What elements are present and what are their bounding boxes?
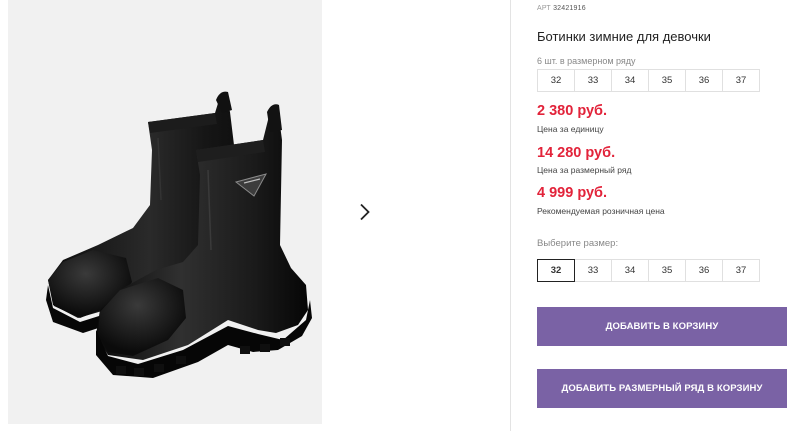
series-size-cell: 36 (685, 69, 723, 92)
series-size-cell: 33 (574, 69, 612, 92)
size-option-37[interactable]: 37 (722, 259, 760, 282)
retail-price-note: Рекомендуемая розничная цена (537, 206, 665, 216)
panel-divider (510, 0, 511, 431)
size-option-34[interactable]: 34 (611, 259, 649, 282)
add-series-to-cart-button[interactable]: ДОБАВИТЬ РАЗМЕРНЫЙ РЯД В КОРЗИНУ (537, 369, 787, 408)
series-size-cell: 35 (648, 69, 686, 92)
product-info: АРТ 32421916 Ботинки зимние для девочки … (537, 0, 800, 431)
series-size-cell: 32 (537, 69, 575, 92)
chevron-right-icon (360, 203, 370, 221)
article-value: 32421916 (553, 5, 586, 12)
choose-size-label: Выберите размер: (537, 238, 619, 249)
product-gallery (0, 0, 510, 431)
series-size-cell: 37 (722, 69, 760, 92)
size-option-33[interactable]: 33 (574, 259, 612, 282)
next-image-button[interactable] (346, 193, 384, 231)
series-price-note: Цена за размерный ряд (537, 165, 632, 175)
size-option-36[interactable]: 36 (685, 259, 723, 282)
series-price: 14 280 руб. (537, 145, 616, 161)
size-option-32[interactable]: 32 (537, 259, 575, 282)
series-sizes: 32 33 34 35 36 37 (537, 69, 760, 92)
boots-image (46, 91, 312, 378)
size-option-35[interactable]: 35 (648, 259, 686, 282)
article-number: АРТ 32421916 (537, 5, 586, 12)
product-title: Ботинки зимние для девочки (537, 29, 711, 44)
series-count-label: 6 шт. в размерном ряду (537, 56, 636, 66)
series-size-cell: 34 (611, 69, 649, 92)
add-to-cart-button[interactable]: ДОБАВИТЬ В КОРЗИНУ (537, 307, 787, 346)
unit-price: 2 380 руб. (537, 103, 608, 119)
retail-price: 4 999 руб. (537, 185, 608, 201)
article-label: АРТ (537, 5, 551, 12)
product-photo[interactable] (8, 0, 322, 424)
unit-price-note: Цена за единицу (537, 124, 604, 134)
size-selector: 32 33 34 35 36 37 (537, 259, 760, 282)
